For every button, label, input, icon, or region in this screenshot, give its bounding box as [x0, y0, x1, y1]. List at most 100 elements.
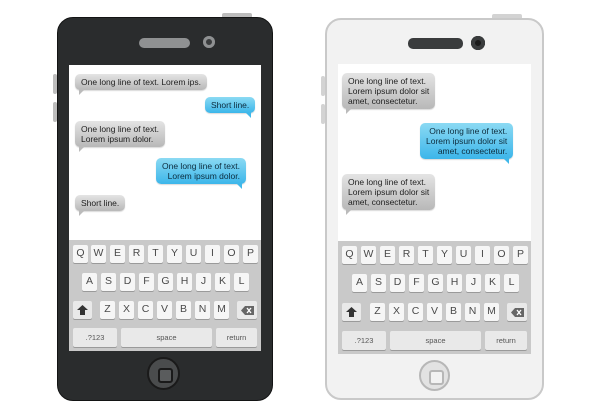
key-v[interactable]: V	[157, 301, 172, 319]
home-button[interactable]	[147, 357, 180, 390]
key-l[interactable]: L	[504, 274, 519, 292]
key-r[interactable]: R	[399, 246, 414, 264]
message-bubble-sent: Short line.	[205, 97, 256, 118]
key-w[interactable]: W	[91, 245, 106, 263]
key-e[interactable]: E	[110, 245, 125, 263]
numbers-key[interactable]: .?123	[73, 328, 117, 347]
backspace-key[interactable]	[237, 301, 257, 319]
key-d[interactable]: D	[390, 274, 405, 292]
shift-key[interactable]	[73, 301, 92, 319]
message-bubble-sent: One long line of text. Lorem ipsum dolor…	[156, 158, 246, 189]
key-x[interactable]: X	[389, 303, 404, 321]
key-n[interactable]: N	[195, 301, 210, 319]
key-s[interactable]: S	[101, 273, 116, 291]
key-t[interactable]: T	[418, 246, 433, 264]
message-line: amet, consectetur.	[348, 96, 418, 106]
space-key[interactable]: space	[390, 331, 481, 350]
key-v[interactable]: V	[427, 303, 442, 321]
message-line: Lorem ipsum dolor sit	[426, 136, 508, 146]
key-s[interactable]: S	[371, 274, 386, 292]
message-line: Short line.	[211, 100, 250, 110]
message-bubble-received: One long line of text. Lorem ipsum dolor…	[75, 121, 165, 152]
key-p[interactable]: P	[243, 245, 258, 263]
key-q[interactable]: Q	[342, 246, 357, 264]
key-u[interactable]: U	[186, 245, 201, 263]
messages-screen: One long line of text. Lorem ips. Short …	[69, 65, 261, 351]
key-h[interactable]: H	[177, 273, 192, 291]
key-a[interactable]: A	[352, 274, 367, 292]
return-key[interactable]: return	[216, 328, 257, 347]
message-line: Lorem ipsum dolor sit	[348, 86, 430, 96]
backspace-key[interactable]	[507, 303, 527, 321]
message-line: One long line of text.	[162, 161, 240, 171]
message-line: amet, consectetur.	[437, 146, 508, 156]
message-line: Lorem ipsum dolor.	[81, 134, 154, 144]
key-f[interactable]: F	[139, 273, 154, 291]
message-line: One long line of text.	[81, 124, 159, 134]
key-i[interactable]: I	[205, 245, 220, 263]
home-button[interactable]	[419, 360, 450, 391]
key-t[interactable]: T	[148, 245, 163, 263]
message-line: Lorem ipsum dolor.	[167, 171, 240, 181]
key-o[interactable]: O	[494, 246, 509, 264]
front-camera-icon	[471, 36, 485, 50]
message-bubble-received: One long line of text. Lorem ips.	[75, 74, 208, 95]
key-r[interactable]: R	[129, 245, 144, 263]
backspace-icon	[510, 307, 524, 317]
shift-arrow-icon	[346, 307, 357, 318]
key-q[interactable]: Q	[73, 245, 88, 263]
message-line: One long line of text.	[429, 126, 508, 136]
message-bubble-sent: One long line of text. Lorem ipsum dolor…	[420, 123, 514, 164]
key-c[interactable]: C	[408, 303, 423, 321]
volume-down-button[interactable]	[321, 104, 325, 124]
return-key[interactable]: return	[485, 331, 527, 350]
key-j[interactable]: J	[196, 273, 211, 291]
shift-key[interactable]	[342, 303, 361, 321]
phone-dark: One long line of text. Lorem ips. Short …	[53, 13, 273, 401]
key-b[interactable]: B	[446, 303, 461, 321]
power-button[interactable]	[492, 14, 522, 18]
speaker-grille	[408, 38, 463, 49]
key-a[interactable]: A	[82, 273, 97, 291]
message-line: Lorem ipsum dolor sit	[348, 187, 430, 197]
message-line: One long line of text.	[348, 76, 426, 86]
key-m[interactable]: M	[214, 301, 229, 319]
key-y[interactable]: Y	[167, 245, 182, 263]
key-x[interactable]: X	[119, 301, 134, 319]
keyboard: Q W E R T Y U I O P A S D F G H J K L Z …	[69, 240, 261, 351]
power-button[interactable]	[222, 13, 252, 17]
key-b[interactable]: B	[176, 301, 191, 319]
key-g[interactable]: G	[158, 273, 173, 291]
volume-down-button[interactable]	[53, 102, 57, 122]
key-n[interactable]: N	[465, 303, 480, 321]
key-m[interactable]: M	[484, 303, 499, 321]
volume-up-button[interactable]	[321, 76, 325, 96]
key-y[interactable]: Y	[437, 246, 452, 264]
message-line: One long line of text.	[348, 177, 426, 187]
message-bubble-received: One long line of text. Lorem ipsum dolor…	[342, 174, 436, 215]
message-bubble-received: Short line.	[75, 195, 126, 216]
key-p[interactable]: P	[513, 246, 528, 264]
key-f[interactable]: F	[409, 274, 424, 292]
key-d[interactable]: D	[120, 273, 135, 291]
key-g[interactable]: G	[428, 274, 443, 292]
phone-light: One long line of text. Lorem ipsum dolor…	[321, 14, 544, 400]
key-j[interactable]: J	[466, 274, 481, 292]
message-line: Short line.	[81, 198, 120, 208]
key-l[interactable]: L	[234, 273, 249, 291]
key-u[interactable]: U	[456, 246, 471, 264]
numbers-key[interactable]: .?123	[342, 331, 386, 350]
key-z[interactable]: Z	[100, 301, 115, 319]
key-o[interactable]: O	[224, 245, 239, 263]
key-k[interactable]: K	[485, 274, 500, 292]
key-c[interactable]: C	[138, 301, 153, 319]
space-key[interactable]: space	[121, 328, 212, 347]
key-w[interactable]: W	[361, 246, 376, 264]
key-e[interactable]: E	[380, 246, 395, 264]
keyboard: Q W E R T Y U I O P A S D F G H J K L Z …	[338, 241, 531, 354]
key-h[interactable]: H	[447, 274, 462, 292]
key-z[interactable]: Z	[370, 303, 385, 321]
key-i[interactable]: I	[475, 246, 490, 264]
volume-up-button[interactable]	[53, 74, 57, 94]
key-k[interactable]: K	[215, 273, 230, 291]
